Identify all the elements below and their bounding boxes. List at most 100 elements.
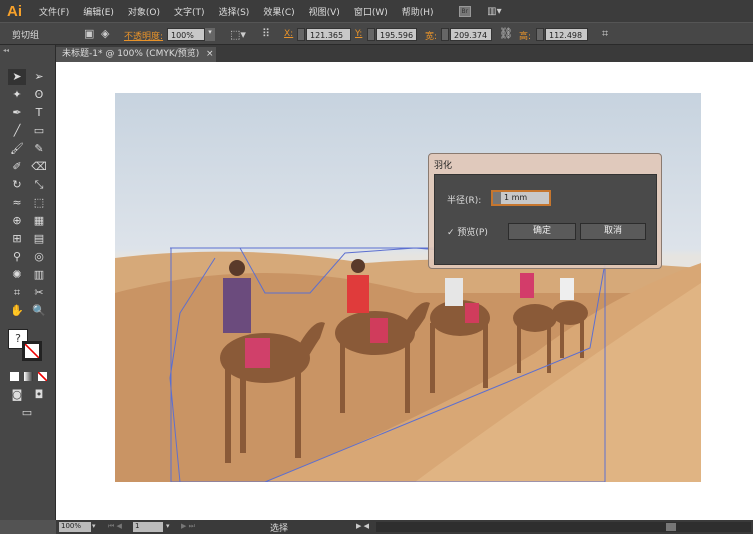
color-mode-icon[interactable] bbox=[10, 372, 19, 381]
blob-brush-tool-icon[interactable]: ✐ bbox=[8, 159, 26, 175]
app-logo: Ai bbox=[7, 2, 22, 20]
document-tab-title: 未标题-1* @ 100% (CMYK/预览) bbox=[62, 49, 200, 59]
magic-wand-tool-icon[interactable]: ✦ bbox=[8, 87, 26, 103]
menu-view[interactable]: 视图(V) bbox=[302, 5, 347, 18]
current-tool-status: 选择 bbox=[270, 524, 289, 534]
stroke-swatch[interactable] bbox=[22, 341, 42, 361]
opacity-input[interactable]: 100% bbox=[167, 28, 205, 41]
type-tool-icon[interactable]: T bbox=[30, 105, 48, 121]
horizontal-scrollbar[interactable] bbox=[376, 522, 751, 532]
y-stepper[interactable] bbox=[367, 28, 375, 41]
selection-type-label: 剪切组 bbox=[12, 31, 40, 41]
line-tool-icon[interactable]: ╱ bbox=[8, 123, 26, 139]
close-tab-icon[interactable]: × bbox=[206, 47, 214, 62]
page-dropdown[interactable]: ▾ bbox=[166, 522, 170, 530]
menu-type[interactable]: 文字(T) bbox=[167, 5, 212, 18]
document-tab-bar: 未标题-1* @ 100% (CMYK/预览) × bbox=[56, 45, 753, 62]
dialog-body: 半径(R): 1 mm ✓ 预览(P) 确定 取消 bbox=[434, 174, 657, 265]
lasso-tool-icon[interactable]: ʘ bbox=[30, 87, 48, 103]
height-label: 高: bbox=[519, 32, 532, 42]
photo-scene bbox=[115, 247, 701, 482]
rectangle-tool-icon[interactable]: ▭ bbox=[30, 123, 48, 139]
menu-help[interactable]: 帮助(H) bbox=[395, 5, 441, 18]
preview-label: 预览(P) bbox=[457, 228, 488, 238]
gradient-tool-icon[interactable]: ▤ bbox=[30, 231, 48, 247]
scale-tool-icon[interactable]: ⤡ bbox=[30, 177, 48, 193]
status-bar: 100% ▾ ⏮ ◀ 1 ▾ ▶ ⏭ 选择 ▶ ◀ bbox=[56, 520, 753, 534]
status-menu-icon[interactable]: ▶ ◀ bbox=[356, 522, 369, 530]
collapse-icon[interactable]: ◂◂ bbox=[3, 47, 9, 54]
page-input[interactable]: 1 bbox=[133, 522, 163, 532]
x-stepper[interactable] bbox=[297, 28, 305, 41]
screen-mode-icon[interactable]: ▭ bbox=[18, 405, 36, 421]
last-page-icon[interactable]: ▶ ⏭ bbox=[181, 522, 195, 531]
dialog-title: 羽化 bbox=[434, 161, 453, 171]
menu-bar: Ai 文件(F) 编辑(E) 对象(O) 文字(T) 选择(S) 效果(C) 视… bbox=[0, 0, 753, 22]
zoom-input[interactable]: 100% bbox=[59, 522, 91, 532]
width-input[interactable]: 209.374 bbox=[450, 28, 492, 41]
arrange-documents-icon[interactable]: ▥▾ bbox=[487, 6, 501, 17]
width-stepper[interactable] bbox=[441, 28, 449, 41]
mesh-tool-icon[interactable]: ⊞ bbox=[8, 231, 26, 247]
menu-edit[interactable]: 编辑(E) bbox=[76, 5, 121, 18]
none-mode-icon[interactable] bbox=[38, 372, 47, 381]
menu-effect[interactable]: 效果(C) bbox=[256, 5, 301, 18]
height-stepper[interactable] bbox=[536, 28, 544, 41]
height-input[interactable]: 112.498 bbox=[545, 28, 588, 41]
zoom-dropdown[interactable]: ▾ bbox=[92, 522, 96, 530]
rotate-tool-icon[interactable]: ↻ bbox=[8, 177, 26, 193]
edit-clipping-path-icon[interactable]: ▣ bbox=[84, 28, 94, 39]
shape-builder-tool-icon[interactable]: ⊕ bbox=[8, 213, 26, 229]
first-page-icon[interactable]: ⏮ ◀ bbox=[108, 522, 122, 531]
y-label: Y: bbox=[355, 29, 363, 39]
x-label: X: bbox=[284, 29, 294, 39]
slice-tool-icon[interactable]: ✂ bbox=[30, 285, 48, 301]
pen-tool-icon[interactable]: ✒ bbox=[8, 105, 26, 121]
radius-field[interactable]: 1 mm bbox=[491, 190, 551, 206]
placed-photo-camels-desert[interactable] bbox=[115, 93, 701, 482]
symbol-sprayer-tool-icon[interactable]: ✺ bbox=[8, 267, 26, 283]
blend-tool-icon[interactable]: ◎ bbox=[30, 249, 48, 265]
gradient-mode-icon[interactable] bbox=[24, 372, 33, 381]
pencil-tool-icon[interactable]: ✎ bbox=[30, 141, 48, 157]
toolbox: ◂◂ ➤ ➢ ✦ ʘ ✒ T ╱ ▭ 🖌 ✎ ✐ ⌫ ↻ ⤡ ≈ ⬚ ⊕ ▦ ⊞… bbox=[0, 45, 56, 520]
edit-contents-icon[interactable]: ◈ bbox=[101, 28, 109, 39]
drawing-mode-icon[interactable]: ◙ bbox=[8, 387, 26, 403]
perspective-grid-tool-icon[interactable]: ▦ bbox=[30, 213, 48, 229]
width-tool-icon[interactable]: ≈ bbox=[8, 195, 26, 211]
direct-selection-tool-icon[interactable]: ➢ bbox=[30, 69, 48, 85]
x-input[interactable]: 121.365 bbox=[306, 28, 351, 41]
radius-label: 半径(R): bbox=[447, 196, 482, 206]
menu-object[interactable]: 对象(O) bbox=[121, 5, 167, 18]
zoom-tool-icon[interactable]: 🔍 bbox=[30, 303, 48, 319]
opacity-label[interactable]: 不透明度: bbox=[124, 29, 163, 42]
eraser-tool-icon[interactable]: ⌫ bbox=[30, 159, 48, 175]
menu-select[interactable]: 选择(S) bbox=[212, 5, 257, 18]
menu-file[interactable]: 文件(F) bbox=[32, 5, 76, 18]
preview-checkbox[interactable]: ✓ 预览(P) bbox=[447, 225, 488, 238]
artboard-tool-icon[interactable]: ⌗ bbox=[8, 285, 26, 301]
menu-window[interactable]: 窗口(W) bbox=[347, 5, 395, 18]
width-label: 宽: bbox=[425, 32, 438, 42]
draw-inside-icon[interactable]: ◘ bbox=[30, 387, 48, 403]
eyedropper-tool-icon[interactable]: ⚲ bbox=[8, 249, 26, 265]
free-transform-tool-icon[interactable]: ⬚ bbox=[30, 195, 48, 211]
y-input[interactable]: 195.596 bbox=[376, 28, 417, 41]
ok-button[interactable]: 确定 bbox=[508, 223, 576, 240]
cancel-button[interactable]: 取消 bbox=[580, 223, 646, 240]
column-graph-tool-icon[interactable]: ▥ bbox=[30, 267, 48, 283]
paintbrush-tool-icon[interactable]: 🖌 bbox=[8, 141, 26, 157]
hand-tool-icon[interactable]: ✋ bbox=[8, 303, 26, 319]
constrain-proportions-icon[interactable]: ⛓ bbox=[499, 28, 513, 39]
control-bar: 剪切组 ▣ ◈ 不透明度: 100% ▾ ⬚▾ ⠿ X: 121.365 Y: … bbox=[0, 22, 753, 45]
transform-icon[interactable]: ⌗ bbox=[602, 28, 608, 39]
recolor-icon[interactable]: ⬚▾ bbox=[230, 29, 246, 40]
radius-stepper[interactable] bbox=[493, 192, 501, 204]
opacity-dropdown[interactable]: ▾ bbox=[205, 28, 215, 41]
radius-input[interactable]: 1 mm bbox=[504, 193, 527, 202]
selection-tool-icon[interactable]: ➤ bbox=[8, 69, 26, 85]
document-tab[interactable]: 未标题-1* @ 100% (CMYK/预览) × bbox=[56, 47, 216, 62]
reference-point-icon[interactable]: ⠿ bbox=[262, 28, 270, 39]
bridge-button[interactable]: Br bbox=[458, 5, 472, 17]
scrollbar-thumb[interactable] bbox=[666, 523, 676, 531]
